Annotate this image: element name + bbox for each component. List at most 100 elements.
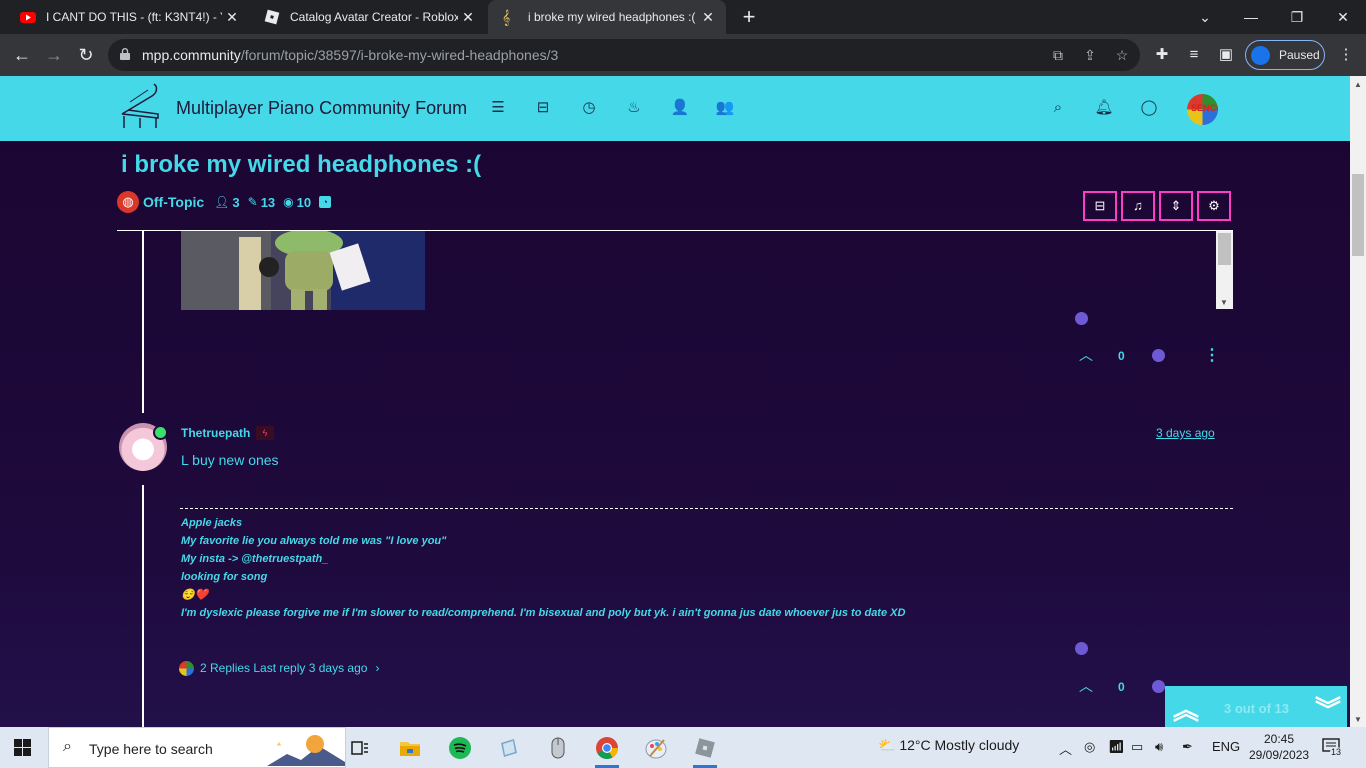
wifi-icon[interactable]: 📶︎: [1108, 739, 1125, 755]
downvote-dot[interactable]: [1152, 349, 1165, 362]
last-post-double-chevron-icon[interactable]: ︾: [1315, 690, 1341, 727]
youtube-icon: [20, 9, 36, 25]
reload-button[interactable]: ↻: [74, 43, 98, 67]
rss-icon[interactable]: ◔: [319, 196, 332, 208]
chrome-menu-icon[interactable]: ⋮: [1334, 43, 1358, 67]
chevron-right-icon: ›: [375, 661, 380, 675]
bookmark-star-icon[interactable]: ☆: [1112, 45, 1132, 65]
popular-fire-icon[interactable]: ♨: [624, 98, 644, 118]
post-image[interactable]: [181, 231, 425, 310]
scroll-thumb[interactable]: [1218, 233, 1231, 265]
post-pagination[interactable]: ︽ 3 out of 13 ︾: [1165, 686, 1347, 727]
post-menu-kebab-icon[interactable]: ⋮: [1204, 345, 1220, 365]
pagination-label[interactable]: 3 out of 13: [1224, 701, 1289, 716]
tray-chevron-up-icon[interactable]: ︿: [1059, 739, 1072, 758]
groups-icon[interactable]: 👥: [715, 98, 735, 118]
watch-bell-button[interactable]: ♫: [1121, 191, 1155, 221]
close-window-button[interactable]: ✕: [1320, 0, 1366, 34]
forward-button[interactable]: →: [42, 43, 66, 67]
notifications-bell-icon[interactable]: 🔔︎: [1094, 98, 1114, 118]
tray-meet-icon[interactable]: ◎: [1084, 739, 1095, 755]
vote-count: 0: [1118, 349, 1125, 363]
profile-button[interactable]: Paused: [1245, 40, 1325, 70]
scroll-down-arrow-icon[interactable]: ▼: [1354, 715, 1362, 724]
scroll-thumb[interactable]: [1352, 174, 1364, 256]
categories-list-icon[interactable]: ☰: [488, 98, 508, 118]
first-post-double-chevron-icon[interactable]: ︽: [1173, 690, 1199, 727]
signature-divider: [180, 508, 1233, 509]
chats-icon[interactable]: ◯: [1139, 98, 1159, 118]
code-scrollbar[interactable]: ▼: [1216, 231, 1233, 309]
roblox-taskbar-icon[interactable]: [685, 733, 725, 768]
tab-forum-active[interactable]: 𝄞 i broke my wired headphones :( ✕: [488, 0, 726, 34]
restore-button[interactable]: ❐: [1274, 0, 1320, 34]
upvote-chevron-icon[interactable]: ︿: [1079, 679, 1093, 693]
open-in-app-icon[interactable]: ⧉: [1048, 45, 1068, 65]
scroll-up-arrow-icon[interactable]: ▲: [1354, 80, 1362, 89]
scroll-down-arrow-icon[interactable]: ▼: [1220, 298, 1228, 307]
tab-search-chevron-icon[interactable]: ⌄: [1182, 0, 1228, 34]
browser-tab-strip: I CANT DO THIS - (ft: K3NT4!) - Y ✕ Cata…: [0, 0, 1366, 34]
weather-widget[interactable]: ⛅ 12°C Mostly cloudy: [878, 737, 1019, 754]
roblox-icon: [264, 9, 280, 25]
tab-title: Catalog Avatar Creator - Roblox: [290, 10, 458, 24]
sort-button[interactable]: ⇕: [1159, 191, 1193, 221]
tab-roblox[interactable]: Catalog Avatar Creator - Roblox ✕: [250, 0, 486, 34]
new-tab-button[interactable]: +: [737, 5, 761, 29]
replies-link[interactable]: 2 Replies Last reply 3 days ago ›: [179, 660, 379, 676]
volume-icon[interactable]: 🔊︎: [1155, 739, 1163, 755]
close-icon[interactable]: ✕: [222, 9, 242, 26]
language-indicator[interactable]: ENG: [1212, 739, 1240, 754]
post-content: L buy new ones: [181, 452, 279, 468]
mouse-app-icon[interactable]: [538, 733, 578, 763]
chrome-taskbar-icon[interactable]: [587, 733, 627, 768]
reply-avatar: [179, 660, 194, 676]
mark-unread-inbox-button[interactable]: ⊟: [1083, 191, 1117, 221]
users-icon[interactable]: 👤: [670, 98, 690, 118]
minimize-button[interactable]: —: [1228, 0, 1274, 34]
views-eye-icon: ◉: [283, 195, 294, 209]
category-link[interactable]: Off-Topic: [143, 194, 204, 210]
grand-piano-logo-icon[interactable]: [118, 82, 162, 130]
back-button[interactable]: ←: [10, 43, 34, 67]
pen-icon[interactable]: ✒: [1182, 739, 1193, 755]
paint-app-icon[interactable]: [636, 733, 676, 763]
extensions-puzzle-icon[interactable]: ✚: [1150, 43, 1174, 67]
post-timestamp[interactable]: 3 days ago: [1156, 426, 1215, 440]
profile-status-label: Paused: [1279, 48, 1320, 62]
media-control-icon[interactable]: ≡: [1182, 43, 1206, 67]
site-title[interactable]: Multiplayer Piano Community Forum: [176, 98, 467, 119]
notification-count: 13: [1330, 747, 1343, 757]
upvote-chevron-icon[interactable]: ︿: [1079, 348, 1093, 362]
share-icon[interactable]: ⇪: [1080, 45, 1100, 65]
thread-tools-gear-button[interactable]: ⚙: [1197, 191, 1231, 221]
profile-avatar: [1251, 46, 1270, 65]
notepad-app-icon[interactable]: [489, 733, 529, 763]
signature-line: My insta -> @thetruestpath_: [181, 553, 329, 565]
address-bar[interactable]: mpp.community/forum/topic/38597/i-broke-…: [108, 39, 1140, 71]
posts-count: 13: [260, 194, 276, 210]
user-avatar[interactable]: SENCO: [1187, 94, 1218, 125]
reaction-dot[interactable]: [1075, 642, 1088, 655]
downvote-dot[interactable]: [1152, 680, 1165, 693]
notification-center-icon[interactable]: 13: [1322, 738, 1346, 758]
taskbar-clock[interactable]: 20:45 29/09/2023: [1249, 731, 1309, 763]
task-view-icon[interactable]: [340, 733, 380, 763]
post-username[interactable]: Thetruepath: [181, 426, 250, 440]
close-icon[interactable]: ✕: [458, 9, 478, 26]
battery-icon[interactable]: ▭: [1131, 739, 1143, 755]
clock-time: 20:45: [1263, 732, 1295, 746]
spotify-icon[interactable]: [440, 733, 480, 763]
windows-start-icon[interactable]: [14, 739, 31, 756]
tab-youtube[interactable]: I CANT DO THIS - (ft: K3NT4!) - Y ✕: [6, 0, 250, 34]
close-icon[interactable]: ✕: [698, 9, 718, 26]
posts-pencil-icon: ✎: [247, 195, 258, 209]
file-explorer-icon[interactable]: [390, 733, 430, 763]
side-panel-icon[interactable]: ▣: [1214, 43, 1238, 67]
recent-inbox-icon[interactable]: ⊟: [533, 98, 553, 118]
page-scrollbar[interactable]: ▲ ▼: [1350, 76, 1366, 727]
taskbar-search-box[interactable]: ⌕ Type here to search: [48, 727, 346, 768]
recent-clock-icon[interactable]: ◷: [579, 98, 599, 118]
search-icon[interactable]: ⌕: [1048, 98, 1068, 118]
reaction-dot[interactable]: [1075, 312, 1088, 325]
